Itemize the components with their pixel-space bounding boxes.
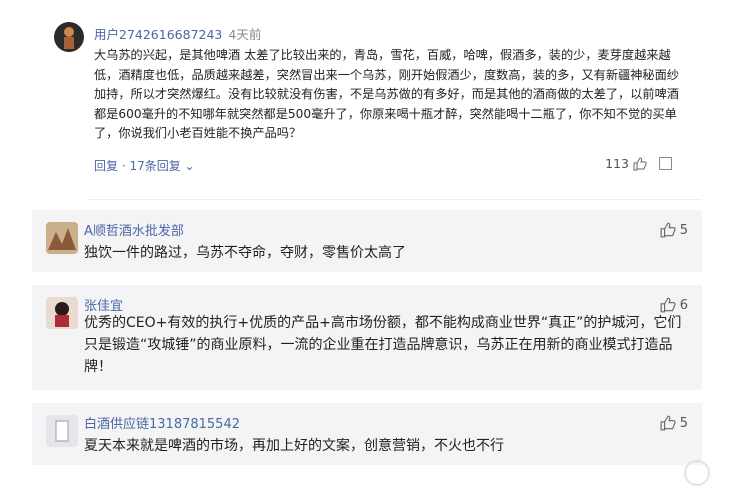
like-count: 5 [679,415,688,431]
avatar[interactable] [46,297,78,329]
avatar[interactable] [46,415,78,447]
reply-item: 张佳宜 优秀的CEO+有效的执行+优质的产品+高市场份额，都不能构成商业世界“真… [32,285,702,390]
avatar[interactable] [54,22,84,52]
watermark-logo [684,460,710,486]
reply-username[interactable]: 白酒供应链13187815542 [84,413,240,432]
comment-username[interactable]: 用户2742616687243 4天前 [94,24,261,43]
reply-count-label[interactable]: 回复 · 17条回复 [94,159,181,173]
like-control[interactable]: 113 [605,156,672,171]
reply-item: A顺哲酒水批发部 独饮一件的路过，乌苏不夺命，夺财，零售价太高了 5 [32,210,702,272]
comment-text: 大乌苏的兴起，是其他啤酒 太差了比较出来的，青岛，雪花，百威，哈啤，假酒多，装的… [94,48,679,140]
reply-username[interactable]: A顺哲酒水批发部 [84,220,184,239]
featured-comment: 用户2742616687243 4天前 大乌苏的兴起，是其他啤酒 太差了比较出来的… [32,10,702,200]
thumbs-up-icon[interactable] [660,222,676,238]
thumbs-up-icon[interactable] [633,156,647,171]
like-control[interactable]: 6 [660,297,688,313]
reply-text: 优秀的CEO+有效的执行+优质的产品+高市场份额，都不能构成商业世界“真正”的护… [84,315,682,375]
like-count: 5 [679,222,688,238]
chevron-down-icon: ⌄ [184,159,195,173]
thumbs-up-icon[interactable] [660,297,676,313]
thumbs-up-icon[interactable] [660,415,676,431]
report-icon[interactable] [659,157,672,170]
avatar[interactable] [46,222,78,254]
username-text[interactable]: 用户2742616687243 [94,27,222,42]
comment-time: 4天前 [228,27,262,42]
reply-text: 独饮一件的路过，乌苏不夺命，夺财，零售价太高了 [84,245,406,261]
like-count: 113 [605,156,629,171]
divider [88,199,702,200]
reply-count-link[interactable]: 回复 · 17条回复 ⌄ [94,157,195,174]
like-count: 6 [679,297,688,313]
like-control[interactable]: 5 [660,415,688,431]
like-control[interactable]: 5 [660,222,688,238]
reply-text: 夏天本来就是啤酒的市场，再加上好的文案，创意营销，不火也不行 [84,438,504,454]
reply-item: 白酒供应链13187815542 夏天本来就是啤酒的市场，再加上好的文案，创意营… [32,403,702,465]
